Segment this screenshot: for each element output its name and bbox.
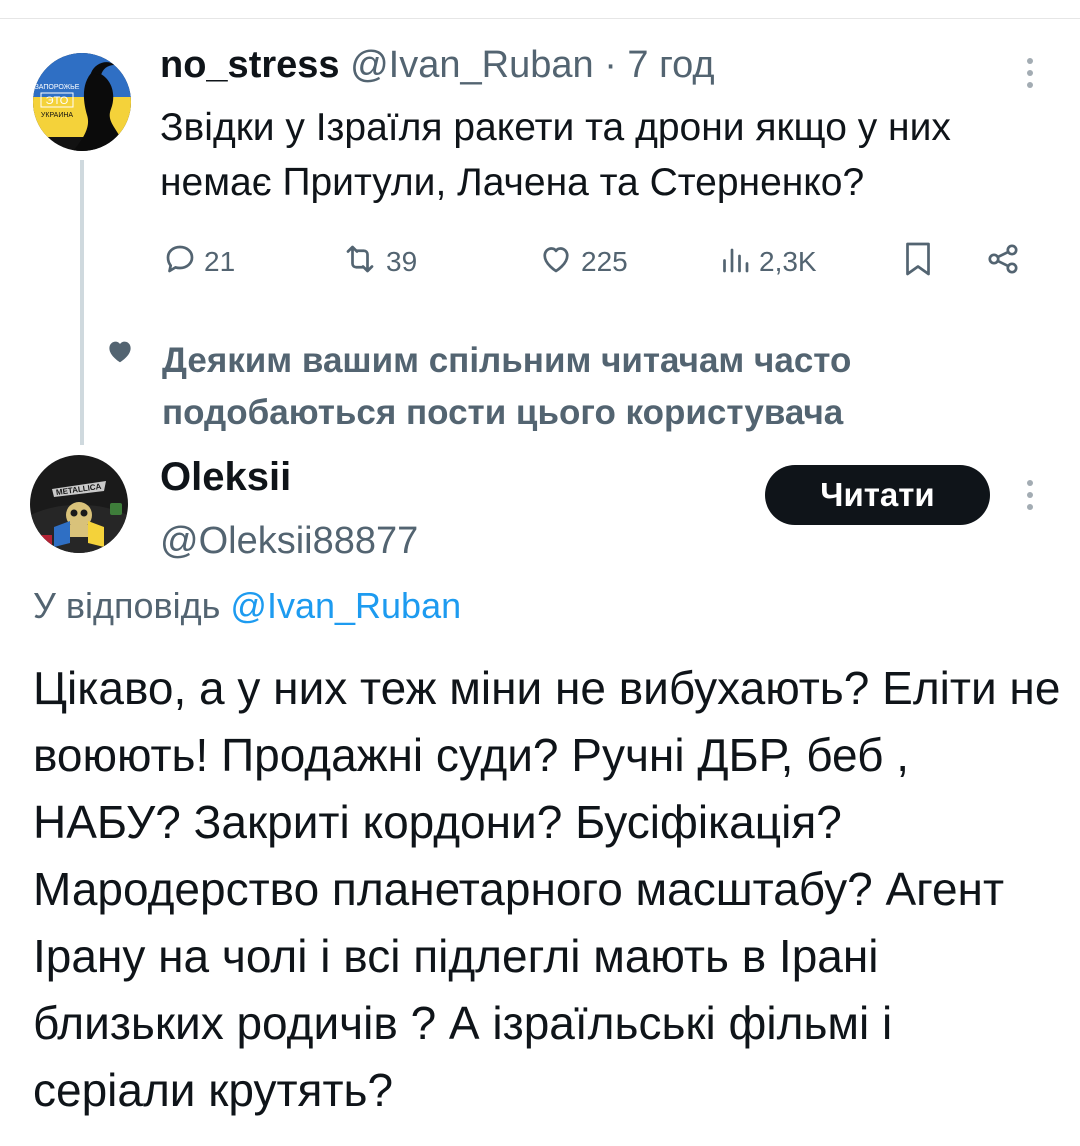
tweet-time[interactable]: 7 год (627, 44, 714, 86)
social-context-text: Деяким вашим спільним читачам часто подо… (162, 341, 852, 432)
thread-connector (80, 160, 84, 445)
views-icon (717, 241, 753, 284)
avatar-text-2: ЭТО (46, 95, 69, 107)
avatar-text-1: ЗАПОРОЖЬЕ (35, 84, 80, 91)
bookmark-icon (900, 239, 936, 286)
bookmark-button[interactable] (900, 238, 936, 286)
views-button[interactable]: 2,3K (717, 238, 817, 286)
more-icon[interactable] (1024, 58, 1036, 94)
more-icon[interactable] (1024, 480, 1036, 516)
author-handle[interactable]: @Ivan_Ruban (350, 44, 594, 86)
tweet-header: no_stress @Ivan_Ruban · 7 год (160, 44, 715, 87)
share-button[interactable] (984, 238, 1022, 286)
avatar-text-3: УКРАИНА (41, 112, 73, 119)
reply-text: Цікаво, а у них теж міни не вибухають? Е… (33, 662, 1061, 1116)
reply-author-name[interactable]: Oleksii (160, 455, 418, 499)
author-name[interactable]: no_stress (160, 44, 340, 86)
heart-icon (105, 337, 135, 370)
author-avatar[interactable]: ЗАПОРОЖЬЕ ЭТО УКРАИНА (33, 53, 131, 151)
follow-button[interactable]: Читати (765, 465, 990, 525)
like-count: 225 (581, 246, 628, 277)
share-icon (984, 241, 1022, 284)
retweet-count: 39 (386, 246, 418, 277)
header-separator: · (604, 44, 617, 86)
reply-prefix: У відповідь (33, 585, 221, 626)
reply-author-block: Oleksii @Oleksii88877 (160, 455, 418, 563)
retweet-button[interactable]: 39 (340, 238, 417, 286)
reply-count: 21 (204, 246, 236, 277)
reply-button[interactable]: 21 (162, 238, 235, 286)
reply-author-avatar[interactable]: METALLICA (30, 455, 128, 553)
tweet-text: Звідки у Ізраїля ракети та дрони якщо у … (160, 106, 951, 204)
reply-icon (162, 241, 198, 284)
reply-context: У відповідь @Ivan_Ruban (33, 585, 461, 627)
reply-author-handle[interactable]: @Oleksii88877 (160, 519, 418, 563)
like-button[interactable]: 225 (537, 238, 628, 286)
tweet-actions: 21 39 225 2,3K (162, 238, 1032, 286)
top-divider (0, 0, 1080, 19)
retweet-icon (340, 241, 380, 284)
like-icon (537, 241, 575, 284)
views-count: 2,3K (759, 246, 817, 277)
reply-to-link[interactable]: @Ivan_Ruban (230, 585, 461, 626)
